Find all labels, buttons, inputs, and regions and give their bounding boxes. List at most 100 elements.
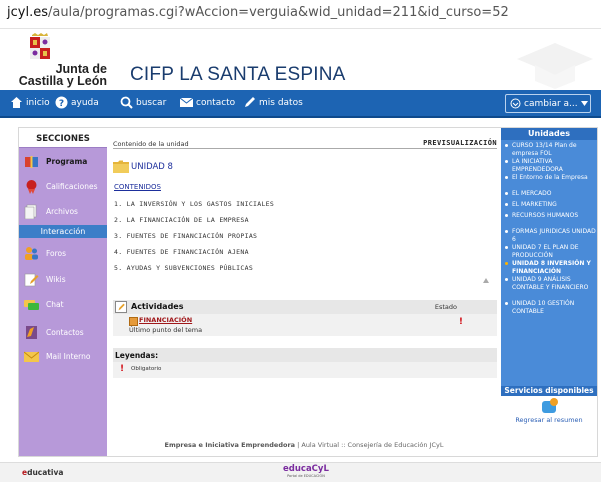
sidebar-item-label: Chat bbox=[46, 299, 64, 309]
sidebar-item-chat[interactable]: Chat bbox=[19, 293, 107, 315]
nav-inicio[interactable]: inicio bbox=[10, 96, 50, 109]
estado-label: Estado bbox=[434, 303, 457, 311]
sidebar-item-label: Calificaciones bbox=[46, 181, 98, 191]
nav-inicio-label: inicio bbox=[26, 97, 50, 108]
search-icon bbox=[120, 96, 133, 109]
nav-mis-datos[interactable]: mis datos bbox=[243, 96, 303, 109]
nav-ayuda-label: ayuda bbox=[71, 97, 99, 108]
svg-text:?: ? bbox=[59, 99, 64, 109]
activity-link[interactable]: FINANCIACIÓN bbox=[139, 316, 192, 324]
footer-rest: | Aula Virtual :: Consejería de Educació… bbox=[295, 441, 444, 449]
nav-buscar[interactable]: buscar bbox=[120, 96, 166, 109]
scroll-up-icon[interactable] bbox=[483, 278, 489, 283]
list-item[interactable]: 4. FUENTES DE FINANCIACIÓN AJENA bbox=[114, 248, 274, 264]
activity-row: FINANCIACIÓN Último punto del tema ! bbox=[113, 314, 497, 336]
sidebar-item-label: Mail Interno bbox=[46, 351, 91, 361]
sidebar-item-label: Archivos bbox=[46, 206, 78, 216]
educacyl-logo[interactable]: educaCyL Portal de EDUCACIÓN bbox=[283, 465, 329, 479]
list-item[interactable]: 2. LA FINANCIACIÓN DE LA EMPRESA bbox=[114, 216, 274, 232]
book-icon bbox=[25, 155, 38, 168]
unit-item[interactable]: El Entorno de la Empresa bbox=[501, 174, 597, 190]
sidebar-item-archivos[interactable]: Archivos bbox=[19, 200, 107, 222]
pencil-icon bbox=[24, 273, 39, 286]
nav-buscar-label: buscar bbox=[136, 97, 167, 108]
swap-icon bbox=[510, 98, 521, 109]
activities-header: Actividades Estado bbox=[113, 300, 497, 314]
list-item[interactable]: 1. LA INVERSIÓN Y LOS GASTOS INICIALES bbox=[114, 200, 274, 216]
nav-contacto[interactable]: contacto bbox=[180, 96, 235, 109]
unit-item[interactable]: UNIDAD 10 GESTIÓN CONTABLE bbox=[501, 300, 597, 316]
legend-header: Leyendas: bbox=[113, 348, 497, 362]
cambiar-label: cambiar a... bbox=[524, 98, 578, 109]
site-title: CIFP LA SANTA ESPINA bbox=[130, 64, 346, 85]
sidebar-item-label: Programa bbox=[46, 156, 88, 166]
pencil-icon bbox=[245, 97, 255, 107]
preview-label: PREVISUALIZACIÓN bbox=[423, 139, 497, 147]
mail-icon bbox=[24, 351, 39, 362]
back-to-summary-link[interactable]: Regresar al resumen bbox=[501, 416, 597, 424]
unit-item[interactable]: RECURSOS HUMANOS bbox=[501, 212, 597, 228]
unit-item[interactable]: UNIDAD 7 EL PLAN DE PRODUCCIÓN bbox=[501, 244, 597, 260]
list-item[interactable]: 3. FUENTES DE FINANCIACIÓN PROPIAS bbox=[114, 232, 274, 248]
contacts-icon bbox=[26, 325, 37, 339]
edit-icon bbox=[115, 301, 127, 313]
sidebar-item-foros[interactable]: Foros bbox=[19, 242, 107, 264]
services-box: Regresar al resumen bbox=[501, 396, 597, 456]
list-item[interactable]: 5. AYUDAS Y SUBVENCIONES PÚBLICAS bbox=[114, 264, 274, 280]
url-path: /aula/programas.cgi?wAccion=verguia&wid_… bbox=[47, 5, 509, 20]
unit-item[interactable]: EL MARKETING bbox=[501, 201, 597, 212]
legend-row: ! Obligatorio bbox=[113, 362, 497, 378]
junta-logo[interactable]: Junta de Castilla y León bbox=[14, 33, 114, 89]
units-list: CURSO 13/14 Plan de empresa FOL LA INICI… bbox=[501, 142, 597, 316]
obligatorio-label: Obligatorio bbox=[131, 366, 162, 372]
unit-item[interactable]: LA INICIATIVA EMPRENDEDORA bbox=[501, 158, 597, 174]
cambiar-dropdown[interactable]: cambiar a... bbox=[505, 94, 591, 113]
nav-ayuda[interactable]: ? ayuda bbox=[55, 96, 99, 109]
chat-icon bbox=[24, 299, 39, 310]
educativa-rest: ducativa bbox=[27, 468, 64, 477]
sidebar-item-wikis[interactable]: Wikis bbox=[19, 268, 107, 290]
services-title: Servicios disponibles bbox=[501, 386, 597, 396]
files-icon bbox=[24, 204, 37, 219]
required-icon: ! bbox=[458, 317, 463, 327]
sidebar-item-contactos[interactable]: Contactos bbox=[19, 321, 107, 343]
mail-icon bbox=[180, 97, 193, 107]
unit-item[interactable]: FORMAS JURIDICAS UNIDAD 6 bbox=[501, 228, 597, 244]
units-title: Unidades bbox=[501, 128, 597, 140]
unit-item[interactable]: EL MERCADO bbox=[501, 190, 597, 201]
footer-course: Empresa e Iniciativa Emprendedora bbox=[164, 441, 296, 449]
ribbon-icon bbox=[26, 179, 37, 194]
activity-subtitle: Último punto del tema bbox=[129, 326, 203, 334]
sidebar-item-mail-interno[interactable]: Mail Interno bbox=[19, 345, 107, 367]
content-header-label: Contenido de la unidad bbox=[113, 140, 189, 148]
nav-contacto-label: contacto bbox=[196, 97, 236, 108]
sidebar-item-label: Foros bbox=[46, 248, 67, 258]
unit-content: Contenido de la unidad PREVISUALIZACIÓN … bbox=[109, 128, 499, 456]
unit-item[interactable]: UNIDAD 9 ANÁLISIS CONTABLE Y FINANCIERO bbox=[501, 276, 597, 300]
help-icon: ? bbox=[55, 96, 68, 109]
activity-icon bbox=[129, 317, 138, 326]
unit-item[interactable]: CURSO 13/14 Plan de empresa FOL bbox=[501, 142, 597, 158]
activities-title: Actividades bbox=[131, 302, 184, 311]
people-icon bbox=[25, 246, 38, 260]
site-header: Junta de Castilla y León CIFP LA SANTA E… bbox=[0, 28, 601, 90]
main-frame: SECCIONES Programa Calificaciones Archiv… bbox=[18, 127, 598, 457]
unit-item-active[interactable]: UNIDAD 8 INVERSIÓN Y FINANCIACIÓN bbox=[501, 260, 597, 276]
coat-of-arms-icon bbox=[28, 33, 52, 61]
educativa-logo[interactable]: educativa bbox=[22, 468, 63, 477]
logo-line2: Castilla y León bbox=[18, 74, 107, 88]
sections-title: SECCIONES bbox=[19, 128, 107, 148]
legend-title: Leyendas: bbox=[115, 351, 159, 360]
contenidos-link[interactable]: CONTENIDOS bbox=[114, 183, 161, 191]
sidebar-item-calificaciones[interactable]: Calificaciones bbox=[19, 175, 107, 197]
unit-title[interactable]: UNIDAD 8 bbox=[113, 160, 173, 173]
sidebar-item-programa[interactable]: Programa bbox=[19, 150, 107, 172]
address-bar[interactable]: jcyl.es/aula/programas.cgi?wAccion=vergu… bbox=[0, 0, 601, 28]
educacyl-title: educaCyL bbox=[283, 464, 329, 474]
contents-list: 1. LA INVERSIÓN Y LOS GASTOS INICIALES 2… bbox=[114, 200, 274, 280]
top-navbar: inicio ? ayuda buscar contacto mis datos… bbox=[0, 90, 601, 118]
educacyl-subtitle: Portal de EDUCACIÓN bbox=[287, 474, 325, 478]
summary-icon[interactable] bbox=[542, 398, 558, 413]
url-domain: jcyl.es bbox=[7, 5, 48, 20]
home-icon bbox=[11, 97, 22, 108]
